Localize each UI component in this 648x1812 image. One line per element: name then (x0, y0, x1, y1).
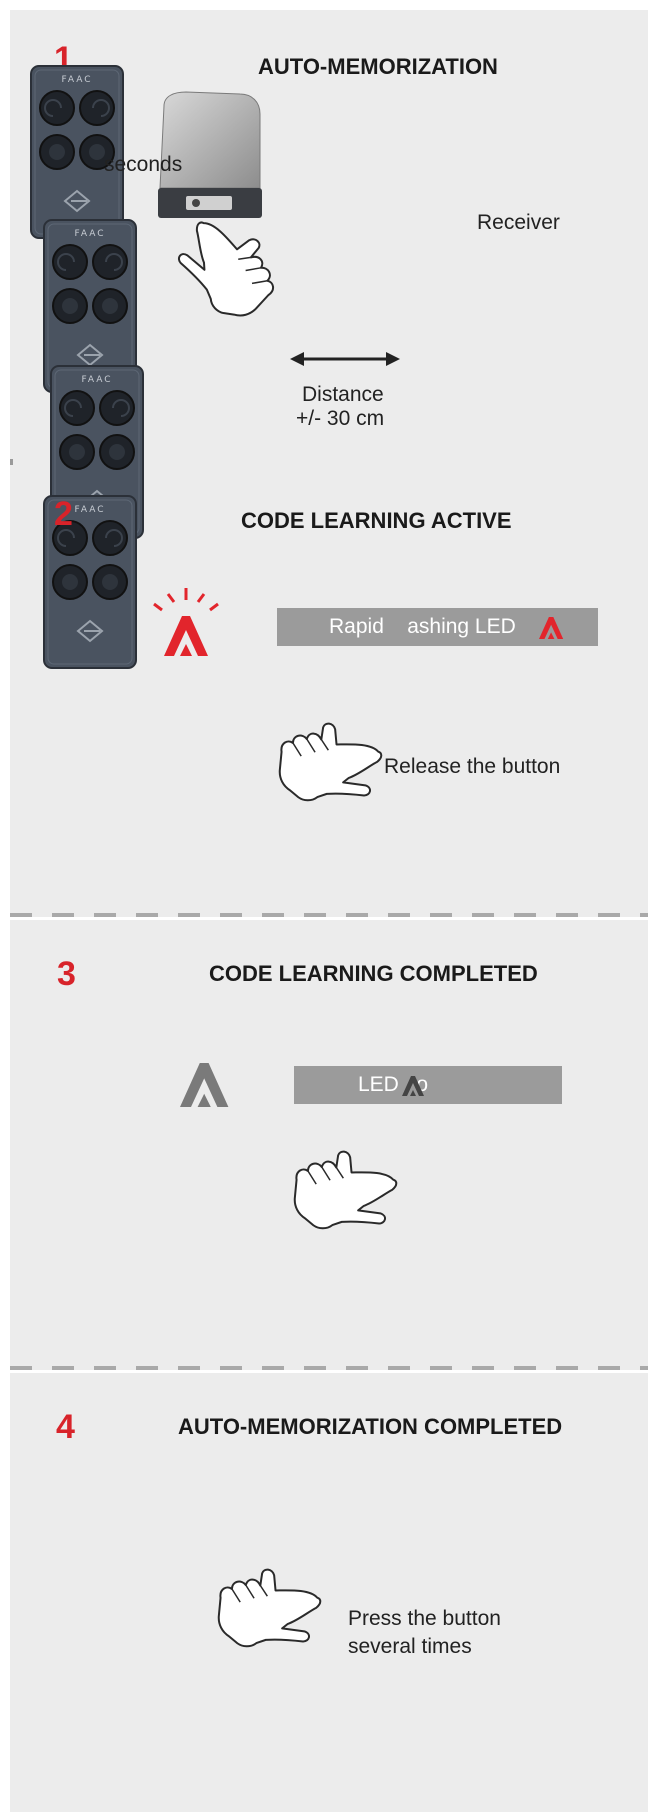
led-red-icon (539, 617, 564, 639)
release-button-label: Release the button (384, 755, 561, 778)
press-button-label-line1: Press the button (348, 1607, 501, 1630)
led-grey-icon (402, 1076, 424, 1096)
distance-label-line2: +/- 30 cm (296, 407, 385, 430)
led-off-bar: LED o (294, 1066, 562, 1104)
step-2-title: CODE LEARNING ACTIVE (241, 508, 512, 533)
step-4-number: 4 (56, 1408, 75, 1446)
receiver-label: Receiver (477, 211, 560, 234)
rapid-flashing-led-bar: Rapid ashing LED (277, 608, 598, 646)
rapid-flashing-label: Rapid ashing LED (329, 615, 516, 638)
margin-mark (10, 459, 13, 465)
led-off-icon (180, 1063, 229, 1107)
distance-label-line1: Distance (302, 383, 384, 406)
step-4-title: AUTO-MEMORIZATION COMPLETED (178, 1414, 563, 1439)
section-divider (10, 913, 648, 920)
step-3-title: CODE LEARNING COMPLETED (209, 961, 538, 986)
step-3-number: 3 (57, 955, 76, 993)
section-divider (10, 1366, 648, 1373)
double-arrow-icon (290, 352, 400, 366)
press-button-label-line2: several times (348, 1635, 472, 1658)
step-2-number: 2 (54, 495, 73, 533)
seconds-label: seconds (104, 153, 183, 176)
led-indicator-icon (153, 588, 219, 656)
step-1-title: AUTO-MEMORIZATION (258, 54, 498, 79)
